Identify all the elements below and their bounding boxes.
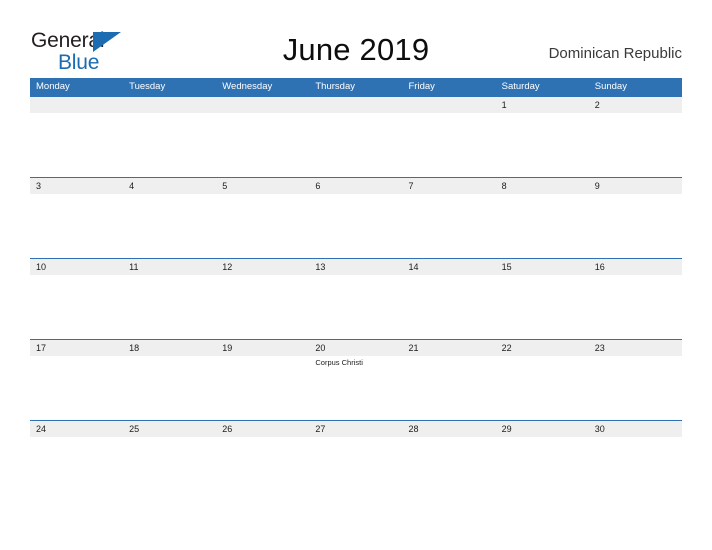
day-cell[interactable]: 25 xyxy=(123,421,216,501)
day-cell[interactable]: 5 xyxy=(216,178,309,258)
calendar-week-row: 17 18 19 20 Corpus Christi 21 22 23 xyxy=(30,339,682,420)
day-number: 13 xyxy=(315,262,326,272)
day-cell[interactable]: 27 xyxy=(309,421,402,501)
day-number: 25 xyxy=(129,424,140,434)
day-number: 1 xyxy=(501,100,507,110)
day-cell[interactable]: 16 xyxy=(589,259,682,339)
day-cell[interactable]: 30 xyxy=(589,421,682,501)
day-number: 8 xyxy=(501,181,507,191)
calendar-week-row: 1 2 xyxy=(30,96,682,177)
day-number xyxy=(315,97,402,113)
calendar-week-row: 3 4 5 6 7 8 9 xyxy=(30,177,682,258)
day-cell[interactable]: 18 xyxy=(123,340,216,420)
day-cell[interactable] xyxy=(403,97,496,177)
day-cell[interactable]: 24 xyxy=(30,421,123,501)
day-number: 27 xyxy=(315,424,326,434)
day-cell[interactable]: 29 xyxy=(496,421,589,501)
calendar-week-row: 10 11 12 13 14 15 16 xyxy=(30,258,682,339)
day-number xyxy=(409,97,496,113)
weekday-header-thursday: Thursday xyxy=(315,81,355,92)
day-number: 9 xyxy=(594,181,600,191)
day-number: 4 xyxy=(129,181,135,191)
day-cell[interactable]: 14 xyxy=(403,259,496,339)
day-cell[interactable]: 26 xyxy=(216,421,309,501)
day-number: 16 xyxy=(594,262,605,272)
calendar-grid: Monday Tuesday Wednesday Thursday Friday… xyxy=(30,78,682,501)
weekday-header-sunday: Sunday xyxy=(594,81,627,92)
day-cell[interactable]: 15 xyxy=(496,259,589,339)
day-cell[interactable]: 19 xyxy=(216,340,309,420)
day-number: 26 xyxy=(222,424,233,434)
day-number xyxy=(129,97,216,113)
day-number: 2 xyxy=(594,100,600,110)
weekday-header-monday: Monday xyxy=(36,81,70,92)
day-number xyxy=(222,97,309,113)
weekday-header-wednesday: Wednesday xyxy=(222,81,273,92)
day-number: 5 xyxy=(222,181,228,191)
day-cell[interactable]: 28 xyxy=(403,421,496,501)
day-cell[interactable]: 8 xyxy=(496,178,589,258)
day-number: 19 xyxy=(222,343,233,353)
day-number: 22 xyxy=(501,343,512,353)
day-cell[interactable] xyxy=(30,97,123,177)
day-cell[interactable] xyxy=(309,97,402,177)
day-cell[interactable]: 6 xyxy=(309,178,402,258)
day-cell[interactable]: 13 xyxy=(309,259,402,339)
day-cell[interactable]: 2 xyxy=(589,97,682,177)
weekday-header-saturday: Saturday xyxy=(501,81,540,92)
day-cell[interactable]: 11 xyxy=(123,259,216,339)
weekday-header-friday: Friday xyxy=(408,81,435,92)
day-number: 17 xyxy=(36,343,47,353)
day-number: 18 xyxy=(129,343,140,353)
day-cell[interactable]: 12 xyxy=(216,259,309,339)
weekday-header-tuesday: Tuesday xyxy=(129,81,166,92)
day-number: 28 xyxy=(408,424,419,434)
country-label: Dominican Republic xyxy=(548,45,682,62)
day-number: 12 xyxy=(222,262,233,272)
day-number xyxy=(36,97,123,113)
day-number: 10 xyxy=(36,262,47,272)
day-cell[interactable] xyxy=(216,97,309,177)
day-cell[interactable]: 1 xyxy=(496,97,589,177)
day-number: 24 xyxy=(36,424,47,434)
day-cell[interactable] xyxy=(123,97,216,177)
day-number: 29 xyxy=(501,424,512,434)
day-cell[interactable]: 22 xyxy=(496,340,589,420)
holiday-label: Corpus Christi xyxy=(315,358,363,367)
day-number: 14 xyxy=(408,262,419,272)
day-cell[interactable]: 21 xyxy=(403,340,496,420)
day-number: 6 xyxy=(315,181,321,191)
day-number: 21 xyxy=(408,343,419,353)
day-cell[interactable]: 9 xyxy=(589,178,682,258)
day-number: 23 xyxy=(594,343,605,353)
day-number: 11 xyxy=(129,262,139,272)
page-header: General Blue June 2019 Dominican Republi… xyxy=(0,0,712,78)
day-number: 3 xyxy=(36,181,42,191)
day-cell-holiday[interactable]: 20 Corpus Christi xyxy=(309,340,402,420)
day-cell[interactable]: 7 xyxy=(403,178,496,258)
calendar-week-row: 24 25 26 27 28 29 30 xyxy=(30,420,682,501)
day-number: 7 xyxy=(408,181,414,191)
day-number: 30 xyxy=(594,424,605,434)
day-cell[interactable]: 10 xyxy=(30,259,123,339)
day-cell[interactable]: 4 xyxy=(123,178,216,258)
day-cell[interactable]: 17 xyxy=(30,340,123,420)
day-number: 15 xyxy=(501,262,512,272)
day-number: 20 xyxy=(315,343,326,353)
day-cell[interactable]: 3 xyxy=(30,178,123,258)
weekday-header-row: Monday Tuesday Wednesday Thursday Friday… xyxy=(30,78,682,96)
day-cell[interactable]: 23 xyxy=(589,340,682,420)
